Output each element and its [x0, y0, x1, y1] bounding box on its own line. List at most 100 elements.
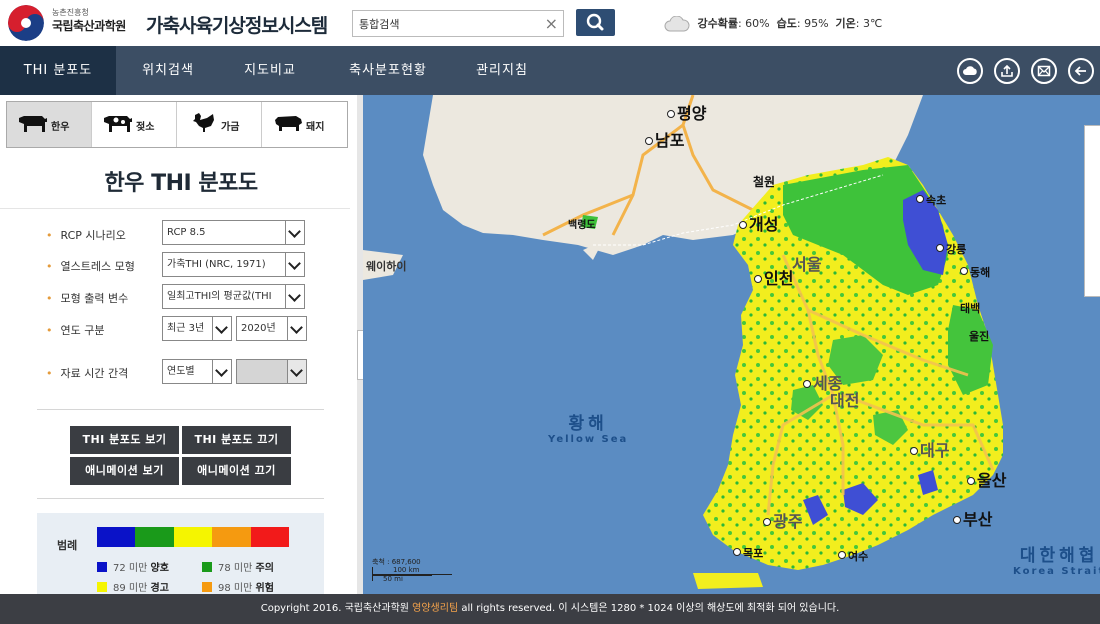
map-label-taebaek: 태백	[960, 302, 981, 315]
year-value: 2020년	[241, 323, 276, 334]
legend-color-cell	[173, 527, 213, 547]
precip-value: : 60%	[737, 17, 770, 30]
output-variable-select[interactable]: 일최고THI의 평균값(THI	[162, 284, 305, 309]
legend-swatch	[202, 562, 212, 572]
tab-poultry[interactable]: 가금	[177, 102, 262, 147]
team-link[interactable]: 영양생리팀	[412, 603, 458, 614]
map-label-pyongyang: 평양	[667, 100, 706, 124]
map-label-gwangju: 광주	[763, 508, 802, 532]
tab-map-compare[interactable]: 지도비교	[220, 46, 320, 95]
stress-model-select[interactable]: 가축THI (NRC, 1971)	[162, 252, 305, 277]
chevron-down-icon	[285, 253, 304, 276]
time-interval-sub-select[interactable]	[236, 359, 307, 384]
map-label-weihai: 웨이하이	[366, 260, 407, 273]
year-select[interactable]: 2020년	[236, 316, 307, 341]
mail-icon[interactable]	[1030, 58, 1057, 84]
animal-label-dairy: 젖소	[136, 122, 155, 133]
sea-name-en: Yellow Sea	[548, 434, 629, 445]
back-arrow-icon[interactable]	[1068, 58, 1094, 84]
nav-icon-group	[951, 58, 1094, 84]
show-animation-button[interactable]: 애니메이션 보기	[70, 457, 179, 485]
org-name: 국립축산과학원	[52, 19, 126, 33]
tab-location-search[interactable]: 위치검색	[116, 46, 220, 95]
header: 농촌진흥청 국립축산과학원 가축사육기상정보시스템 × 강수확률: 60% 습도…	[0, 0, 1100, 46]
scale-bar: 100 km	[372, 566, 452, 575]
animal-label-swine: 돼지	[306, 122, 325, 133]
year-range-select[interactable]: 최근 3년	[162, 316, 232, 341]
humidity-value: : 95%	[796, 17, 829, 30]
tab-management-guide[interactable]: 관리지침	[456, 46, 548, 95]
legend-level: 주의	[255, 563, 274, 574]
scale-bar-mi: 50 mi	[372, 575, 432, 583]
legend-item-warning: 89 미만 경고	[97, 579, 169, 594]
chevron-down-icon	[287, 360, 306, 383]
chicken-icon	[193, 113, 214, 132]
hide-thi-button[interactable]: THI 분포도 끄기	[182, 426, 291, 454]
tab-swine[interactable]: 돼지	[262, 102, 347, 147]
map-label-donghae: 동해	[960, 264, 990, 280]
map-label-ulsan: 울산	[967, 467, 1006, 491]
legend: 범례 72 미만 양호 78 미만 주의 89 미만 경고 98 미만 위험	[37, 513, 324, 594]
footer: Copyright 2016. 국립축산과학원 영양생리팀 all rights…	[0, 594, 1100, 624]
rcp-label: RCP 시나리오	[46, 227, 126, 243]
legend-item-good: 72 미만 양호	[97, 559, 169, 574]
hide-animation-button[interactable]: 애니메이션 끄기	[182, 457, 291, 485]
thi-map[interactable]: 평양 남포 철원 백령도 개성 속초 강릉 동해 인천 서울 웨이하이 태백 울…	[363, 95, 1100, 594]
map-label-kaesong: 개성	[739, 211, 778, 235]
map-label-sokcho: 속초	[916, 192, 946, 208]
divider	[0, 208, 350, 209]
legend-level: 위험	[255, 583, 274, 594]
output-variable-value: 일최고THI의 평균값(THI	[167, 291, 272, 302]
pig-icon	[275, 116, 302, 131]
panel-title: 한우 THI 분포도	[104, 171, 258, 196]
legend-color-cell	[135, 527, 174, 547]
legend-item-danger: 98 미만 위험	[202, 579, 274, 594]
korea-strait-label: 대한해협 Korea Strait	[1013, 541, 1100, 577]
weather-info: 강수확률: 60% 습도: 95% 기온: 3℃	[664, 15, 882, 32]
legend-level: 경고	[150, 583, 169, 594]
map-side-panel-toggle[interactable]	[1084, 125, 1100, 297]
org-parent: 농촌진흥청	[52, 8, 89, 17]
search-button[interactable]	[576, 9, 615, 36]
map-label-daegu: 대구	[910, 437, 949, 461]
legend-text: 98 미만	[218, 583, 253, 594]
divider	[37, 498, 324, 499]
sea-name-ko: 대한해협	[1019, 546, 1099, 566]
tab-hanwoo[interactable]: 한우	[7, 102, 92, 147]
weather-cloud-icon[interactable]	[956, 58, 983, 84]
search-icon	[586, 13, 604, 31]
show-thi-button[interactable]: THI 분포도 보기	[70, 426, 179, 454]
tab-dairy-cow[interactable]: 젖소	[92, 102, 177, 147]
organization-logo[interactable]	[8, 5, 44, 41]
time-interval-value: 연도별	[167, 366, 195, 377]
map-label-daejeon: 대전	[830, 391, 860, 410]
temp-label: 기온	[835, 17, 856, 30]
legend-text: 78 미만	[218, 563, 253, 574]
stress-model-label: 열스트레스 모형	[46, 258, 135, 274]
map-label-baengnyeong: 백령도	[568, 220, 596, 231]
map-label-uljin: 울진	[969, 330, 990, 343]
legend-color-bar	[97, 527, 289, 547]
dairy-cow-icon	[104, 116, 132, 132]
map-label-busan: 부산	[953, 506, 992, 530]
copyright-prefix: Copyright 2016. 국립축산과학원	[260, 603, 409, 614]
yellow-sea-label: 황해 Yellow Sea	[548, 409, 628, 445]
temp-value: : 3℃	[855, 17, 883, 30]
map-label-incheon: 인천	[754, 265, 793, 289]
sea-name-ko: 황해	[568, 414, 608, 434]
clear-icon[interactable]: ×	[545, 13, 558, 35]
search-input[interactable]	[353, 11, 533, 36]
map-scale: 축척 : 687,600 100 km 50 mi	[372, 557, 452, 583]
map-label-mokpo: 목포	[733, 545, 763, 561]
search-box: ×	[352, 10, 564, 37]
rcp-select[interactable]: RCP 8.5	[162, 220, 305, 245]
upload-icon[interactable]	[993, 58, 1020, 84]
cow-icon	[19, 116, 47, 132]
legend-swatch	[97, 582, 107, 592]
output-variable-label: 모형 출력 변수	[46, 290, 129, 306]
tab-thi-map[interactable]: THI 분포도	[0, 46, 116, 95]
system-title[interactable]: 가축사육기상정보시스템	[146, 11, 328, 38]
legend-swatch	[97, 562, 107, 572]
time-interval-select[interactable]: 연도별	[162, 359, 232, 384]
tab-barn-distribution[interactable]: 축사분포현황	[320, 46, 456, 95]
